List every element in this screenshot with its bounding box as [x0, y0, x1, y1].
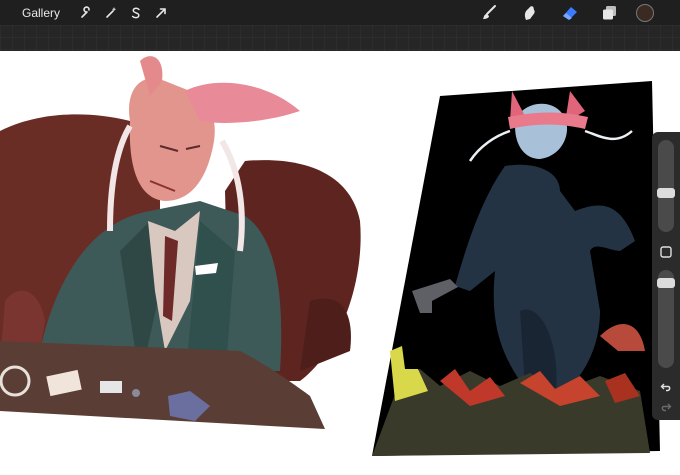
- redo-icon[interactable]: [658, 400, 674, 416]
- top-toolbar: Gallery: [0, 0, 680, 25]
- undo-icon[interactable]: [658, 380, 674, 396]
- brush-size-handle[interactable]: [657, 188, 675, 198]
- opacity-slider[interactable]: [657, 270, 675, 368]
- smudge-icon[interactable]: [518, 1, 542, 25]
- right-toolbar: [462, 0, 680, 25]
- magic-wand-icon[interactable]: [102, 4, 120, 22]
- drawing-canvas[interactable]: [0, 51, 680, 475]
- selection-s-icon[interactable]: [127, 4, 145, 22]
- canvas-dock-strip: [0, 25, 680, 51]
- wrench-icon[interactable]: [77, 4, 95, 22]
- gallery-button[interactable]: Gallery: [22, 6, 60, 20]
- layers-icon[interactable]: [598, 1, 622, 25]
- color-picker-swatch[interactable]: [636, 3, 654, 22]
- opacity-handle[interactable]: [657, 278, 675, 288]
- dock-grid-pattern: [0, 25, 680, 51]
- side-tools-panel: [652, 132, 680, 420]
- right-illustration: [372, 81, 660, 456]
- brush-size-slider[interactable]: [657, 140, 675, 232]
- brush-icon[interactable]: [478, 1, 502, 25]
- modify-square-icon[interactable]: [658, 244, 674, 260]
- left-illustration: [0, 56, 361, 429]
- artwork: [0, 56, 660, 456]
- transform-arrow-icon[interactable]: [152, 4, 170, 22]
- eraser-icon[interactable]: [558, 1, 582, 25]
